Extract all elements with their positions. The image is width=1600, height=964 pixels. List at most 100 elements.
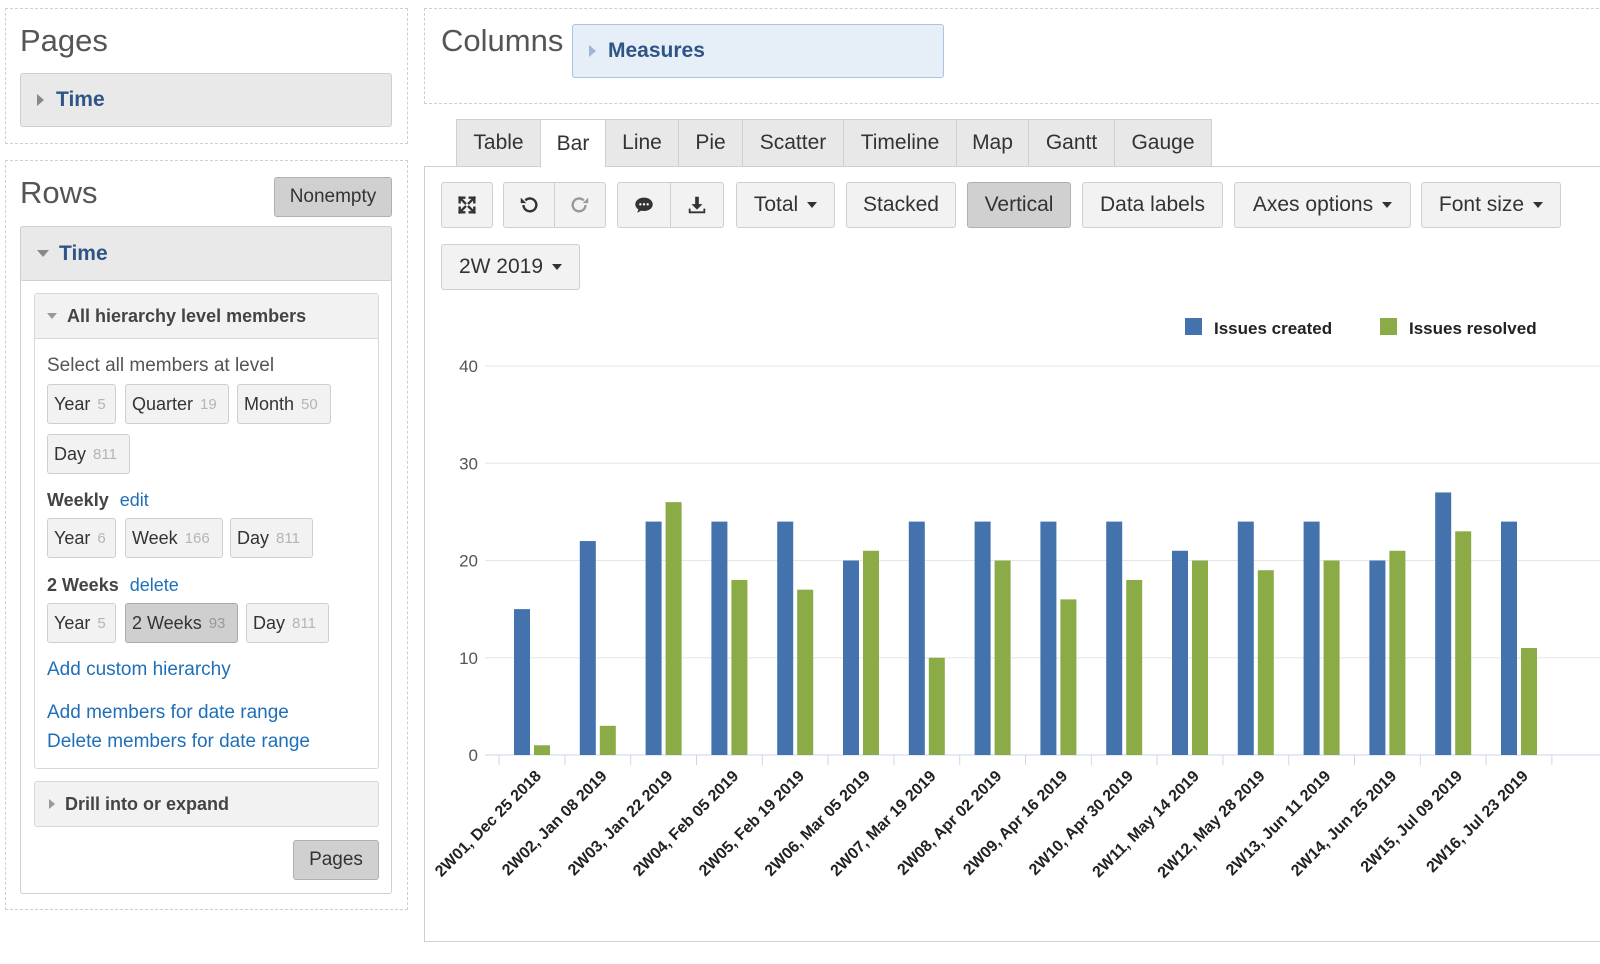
chevron-down-icon xyxy=(1533,202,1544,208)
drill-label: Drill into or expand xyxy=(65,793,230,814)
hierarchy-header-label: All hierarchy level members xyxy=(67,305,307,326)
legend-label: Issues created xyxy=(1214,319,1332,338)
vertical-button[interactable]: Vertical xyxy=(967,182,1071,228)
bar-resolved xyxy=(1257,570,1274,755)
font-size-dropdown[interactable]: Font size xyxy=(1421,182,1561,228)
bar-created xyxy=(1106,521,1123,755)
weekly-level-year[interactable]: Year 6 xyxy=(47,518,116,558)
bar-resolved xyxy=(1126,579,1143,755)
tab-table[interactable]: Table xyxy=(456,119,540,167)
bar-resolved xyxy=(1060,599,1077,755)
weekly-level-day[interactable]: Day 811 xyxy=(230,518,313,558)
fullscreen-button[interactable] xyxy=(441,182,493,228)
nonempty-button[interactable]: Nonempty xyxy=(274,177,392,217)
weekly-label: Weekly xyxy=(47,490,109,510)
weekly-row: Weekly edit xyxy=(47,490,149,511)
bar-resolved xyxy=(1323,560,1340,755)
x-tick-label: 2W11, May 14 2019 xyxy=(1090,768,1203,881)
rows-time-header[interactable]: Time xyxy=(20,226,392,281)
fullscreen-icon xyxy=(457,195,477,215)
tab-map[interactable]: Map xyxy=(956,119,1028,167)
undo-icon xyxy=(520,197,538,213)
two-weeks-row: 2 Weeks delete xyxy=(47,575,179,596)
measures-label: Measures xyxy=(608,39,705,62)
chevron-down-icon xyxy=(1382,202,1393,208)
redo-button[interactable] xyxy=(554,182,606,228)
chevron-down-icon xyxy=(552,264,563,270)
tab-timeline[interactable]: Timeline xyxy=(843,119,956,167)
period-dropdown[interactable]: 2W 2019 xyxy=(441,244,580,290)
delete-date-range-link[interactable]: Delete members for date range xyxy=(47,731,310,753)
expand-icon xyxy=(589,45,596,57)
tab-line[interactable]: Line xyxy=(605,119,678,167)
bar-resolved xyxy=(534,745,550,755)
undo-button[interactable] xyxy=(503,182,555,228)
bar-created xyxy=(1303,521,1320,755)
axes-options-dropdown[interactable]: Axes options xyxy=(1234,182,1411,228)
redo-icon xyxy=(571,197,589,213)
select-label: Select all members at level xyxy=(47,355,275,376)
stacked-button[interactable]: Stacked xyxy=(846,182,956,228)
two-weeks-level-2weeks[interactable]: 2 Weeks 93 xyxy=(125,603,238,643)
bar-created xyxy=(1237,521,1254,755)
columns-panel: Columns Measures xyxy=(424,8,1600,104)
bar-created xyxy=(974,521,991,755)
hierarchy-box: All hierarchy level members Select all m… xyxy=(34,293,379,769)
tab-gantt[interactable]: Gantt xyxy=(1028,119,1114,167)
rows-time-dimension: Time All hierarchy level members Select … xyxy=(20,226,392,894)
bar-resolved xyxy=(1521,648,1537,755)
tab-gauge[interactable]: Gauge xyxy=(1114,119,1212,167)
legend-swatch xyxy=(1185,318,1202,335)
comment-button[interactable] xyxy=(617,182,671,228)
add-date-range-link[interactable]: Add members for date range xyxy=(47,702,289,724)
bar-created xyxy=(843,560,859,755)
two-weeks-level-year[interactable]: Year 5 xyxy=(47,603,116,643)
bar-created xyxy=(1040,521,1057,755)
pages-panel: Pages Time xyxy=(5,8,408,144)
tab-scatter[interactable]: Scatter xyxy=(742,119,843,167)
legend-swatch xyxy=(1380,318,1397,335)
hierarchy-header[interactable]: All hierarchy level members xyxy=(35,294,378,339)
bar-created xyxy=(514,609,530,755)
columns-measures-dimension[interactable]: Measures xyxy=(572,24,944,78)
y-tick-label: 0 xyxy=(469,746,478,765)
y-tick-label: 40 xyxy=(459,357,478,376)
bar-created xyxy=(1435,492,1452,755)
comment-icon xyxy=(635,197,653,213)
rows-time-label: Time xyxy=(59,241,108,265)
drill-into-expand[interactable]: Drill into or expand xyxy=(34,781,379,827)
add-custom-hierarchy-link[interactable]: Add custom hierarchy xyxy=(47,659,231,681)
bar-resolved xyxy=(928,657,945,755)
level-day[interactable]: Day 811 xyxy=(47,434,130,474)
y-tick-label: 10 xyxy=(459,649,478,668)
bar-created xyxy=(711,521,728,755)
two-weeks-label: 2 Weeks xyxy=(47,575,119,595)
level-quarter[interactable]: Quarter 19 xyxy=(125,384,229,424)
bar-created xyxy=(1172,550,1188,755)
tab-pie[interactable]: Pie xyxy=(678,119,742,167)
two-weeks-level-day[interactable]: Day 811 xyxy=(246,603,329,643)
pages-title: Pages xyxy=(20,23,108,58)
bar-created xyxy=(579,541,596,755)
bar-resolved xyxy=(994,560,1011,755)
weekly-level-week[interactable]: Week 166 xyxy=(125,518,223,558)
bar-resolved xyxy=(863,550,879,755)
pages-button[interactable]: Pages xyxy=(293,840,379,880)
level-year[interactable]: Year 5 xyxy=(47,384,116,424)
y-tick-label: 30 xyxy=(459,454,478,473)
download-button[interactable] xyxy=(670,182,724,228)
pages-time-dimension[interactable]: Time xyxy=(20,73,392,127)
bar-resolved xyxy=(797,589,814,755)
total-dropdown[interactable]: Total xyxy=(736,182,835,228)
level-month[interactable]: Month 50 xyxy=(237,384,331,424)
bar-resolved xyxy=(1455,531,1472,755)
y-tick-label: 20 xyxy=(459,552,478,571)
bar-created xyxy=(1369,560,1386,755)
bar-created xyxy=(645,521,662,755)
data-labels-button[interactable]: Data labels xyxy=(1082,182,1223,228)
bar-chart: 0102030402W01, Dec 25 20182W02, Jan 08 2… xyxy=(432,318,1600,882)
two-weeks-delete-link[interactable]: delete xyxy=(130,575,179,595)
bar-resolved xyxy=(1192,560,1208,755)
tab-bar[interactable]: Bar xyxy=(540,119,605,168)
weekly-edit-link[interactable]: edit xyxy=(120,490,149,510)
